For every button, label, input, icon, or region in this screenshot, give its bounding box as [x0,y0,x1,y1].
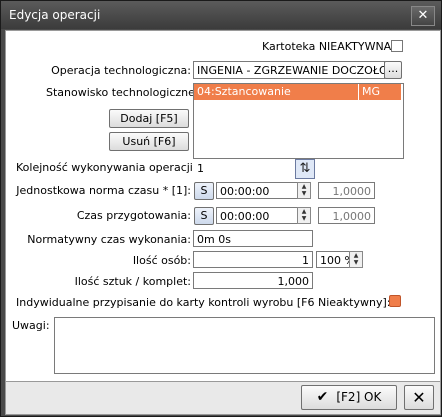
ok-button[interactable]: ✔ [F2] OK [301,385,397,410]
check-icon: ✔ [316,389,329,405]
spin-down-icon[interactable]: ▼ [350,259,362,266]
osoby-input[interactable]: 1 [193,251,313,268]
osoby-label: Ilość osób: [132,254,191,267]
sztuki-input[interactable]: 1,000 [193,272,313,289]
add-button[interactable]: Dodaj [F5] [109,109,189,128]
indywidualne-label: Indywidualne przypisanie do karty kontro… [16,296,391,309]
uwagi-label: Uwagi: [12,319,50,332]
kartoteka-checkbox[interactable] [391,40,403,52]
stanowisko-row[interactable]: 04:Sztancowanie MG [194,84,401,100]
przygotowanie-s-button[interactable]: S [194,207,214,225]
przygotowanie-factor-input[interactable]: 1,0000 [318,207,375,224]
close-icon: ✕ [417,8,429,23]
normatywny-label: Normatywny czas wykonania: [27,233,191,246]
close-window-button[interactable]: ✕ [411,6,435,26]
uwagi-textarea[interactable] [54,317,435,374]
percent-spinner[interactable]: ▲ ▼ [349,251,363,268]
normatywny-value: 0m 0s [193,230,313,247]
reorder-icon[interactable]: ⇅ [295,159,315,179]
stanowisko-row-name: 04:Sztancowanie [197,85,291,98]
ok-label: [F2] OK [336,390,382,404]
close-icon: ✕ [412,388,426,407]
kolejnosc-label: Kolejność wykonywania operacji: [16,161,197,174]
form-panel: Kartoteka NIEAKTYWNA Operacja technologi… [5,30,441,382]
cancel-button[interactable]: ✕ [404,385,434,410]
przygotowanie-label: Czas przygotowania: [76,209,191,222]
spin-up-icon[interactable]: ▲ [298,183,310,190]
operacja-input[interactable]: INGENIA - ZGRZEWANIE DOCZOŁOWE [193,61,385,79]
norma-s-button[interactable]: S [194,182,214,200]
norma-factor-input[interactable]: 1,0000 [318,182,375,199]
przygotowanie-time-input[interactable]: 00:00:00 [216,207,298,224]
footer-bar: ✔ [F2] OK ✕ [5,381,441,415]
sztuki-label: Ilość sztuk / komplet: [74,275,191,288]
operacja-label: Operacja technologiczna: [51,64,191,77]
spin-up-icon[interactable]: ▲ [350,252,362,259]
remove-button[interactable]: Usuń [F6] [109,132,189,151]
stanowisko-list[interactable]: 04:Sztancowanie MG [193,83,404,159]
norma-spinner[interactable]: ▲ ▼ [297,182,311,199]
spin-down-icon[interactable]: ▼ [298,190,310,197]
kolejnosc-value[interactable]: 1 [193,159,293,176]
norma-time-input[interactable]: 00:00:00 [216,182,298,199]
column-divider [358,84,359,100]
indywidualne-toggle[interactable] [389,295,401,307]
operacja-browse-button[interactable]: ... [384,61,402,79]
window-title: Edycja operacji [9,8,101,22]
przygotowanie-spinner[interactable]: ▲ ▼ [297,207,311,224]
dialog-window: Edycja operacji ✕ Kartoteka NIEAKTYWNA O… [0,0,442,417]
kartoteka-label: Kartoteka NIEAKTYWNA [262,40,392,53]
norma-label: Jednostkowa norma czasu * [1]: [16,184,191,197]
stanowisko-row-code: MG [362,85,381,98]
stanowisko-label: Stanowisko technologiczne: [46,86,199,99]
spin-up-icon[interactable]: ▲ [298,208,310,215]
spin-down-icon[interactable]: ▼ [298,215,310,222]
title-bar: Edycja operacji ✕ [1,1,441,29]
percent-input[interactable]: 100 % [316,251,350,268]
